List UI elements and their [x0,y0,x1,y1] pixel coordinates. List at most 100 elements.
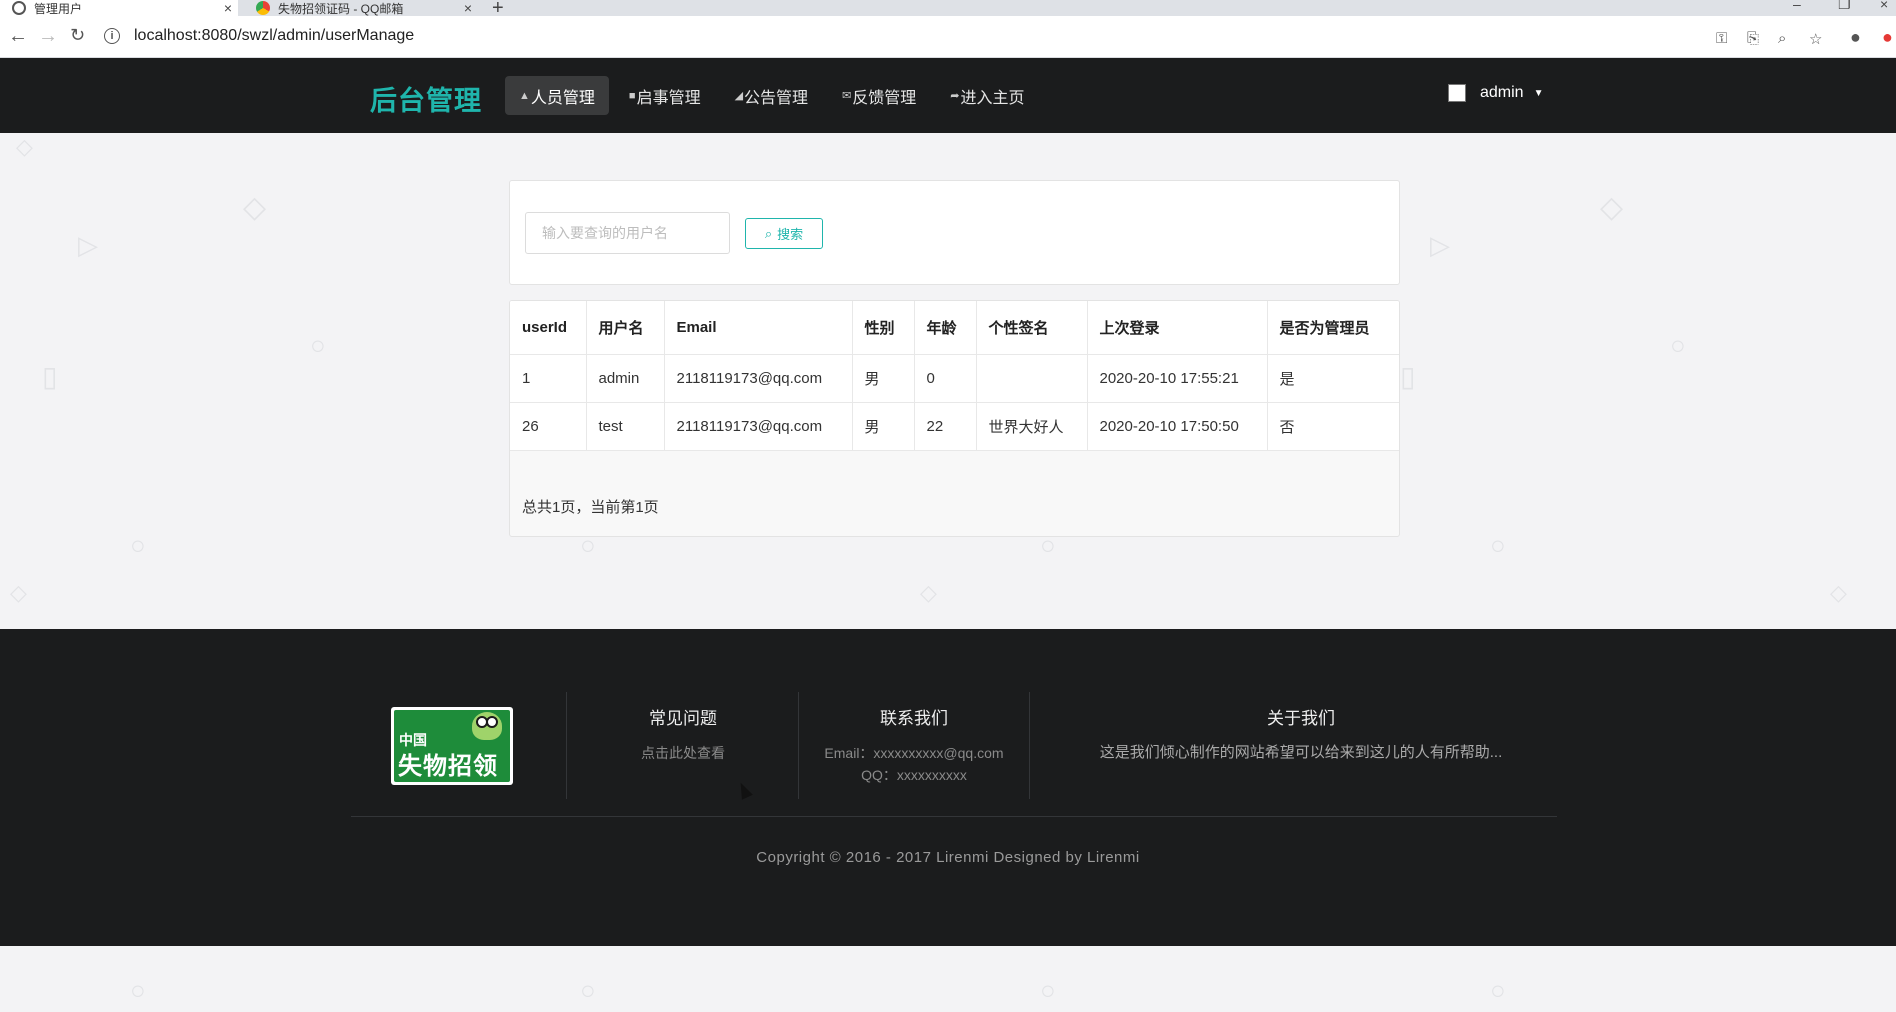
divider [1029,692,1030,799]
tab-title: 管理用户 [34,1,83,16]
cell-gender: 男 [852,354,915,403]
faq-column: 常见问题 点击此处查看 [593,704,773,765]
nav-label: 反馈管理 [852,89,917,107]
footer-divider [351,816,1557,817]
user-table: userId 用户名 Email 性别 年龄 个性签名 上次登录 是否为管理员 … [510,301,1399,451]
bullhorn-icon: ◢ [734,90,744,102]
faq-heading: 常见问题 [649,709,717,728]
search-button[interactable]: ⌕ 搜索 [745,218,823,249]
nav-item-notice-management[interactable]: ■ 启事管理 [615,76,715,115]
diamond-icon: ◇ [243,191,267,224]
extension-icon[interactable]: ● [1882,27,1893,48]
circle-icon: ○ [310,330,326,360]
lost-and-found-logo: 中国 失物招领 [391,707,513,785]
logo-badge: 中国 失物招领 [394,710,510,782]
diamond-icon: ◇ [1830,580,1847,605]
browser-tab[interactable]: 失物招领证码 - QQ邮箱 × [244,0,478,16]
key-icon[interactable]: ⚿ [1716,30,1727,47]
triangle-icon: ▷ [1430,230,1450,260]
nav-item-user-management[interactable]: ▲ 人员管理 [505,76,609,115]
forward-icon[interactable]: → [38,25,58,48]
info-icon[interactable]: i [104,28,120,44]
tab-close-icon[interactable]: × [458,0,478,16]
column-header-userid: userId [510,301,587,355]
pagination-info: 总共1页，当前第1页 [522,499,659,516]
browser-tab-active[interactable]: 管理用户 × [0,0,238,16]
table-row[interactable]: 1 admin 2118119173@qq.com 男 0 2020-20-10… [510,354,1399,403]
cell-signature [976,354,1088,403]
browser-tab-bar: 管理用户 × 失物招领证码 - QQ邮箱 × + – ❐ × [0,0,1896,19]
tab-close-icon[interactable]: × [218,0,238,16]
contact-heading: 联系我们 [880,709,948,728]
zoom-icon[interactable]: ⌕ [1778,30,1786,47]
contact-column: 联系我们 Email：xxxxxxxxxx@qq.com QQ：xxxxxxxx… [808,704,1020,787]
diamond-icon: ◇ [16,134,33,159]
diamond-icon: ◇ [1600,191,1624,224]
envelope-icon: ✉ [842,90,852,102]
circle-icon: ○ [580,975,596,1005]
restore-icon[interactable]: ❐ [1838,0,1851,13]
reload-icon[interactable]: ↻ [70,25,85,46]
cell-userid: 1 [510,354,587,403]
search-panel: ⌕ 搜索 [509,180,1400,285]
nav-label: 公告管理 [744,89,809,107]
table-row[interactable]: 26 test 2118119173@qq.com 男 22 世界大好人 202… [510,402,1399,451]
avatar [1448,84,1466,102]
cell-is-admin: 是 [1267,354,1399,403]
table-header-row: userId 用户名 Email 性别 年龄 个性签名 上次登录 是否为管理员 [510,301,1399,355]
column-header-last-login: 上次登录 [1087,301,1268,355]
nav-item-announcement-management[interactable]: ◢ 公告管理 [721,76,822,115]
user-name: admin [1480,84,1524,101]
triangle-icon: ▷ [78,230,98,260]
tab-title: 失物招领证码 - QQ邮箱 [278,1,404,16]
share-icon: ➦ [950,90,960,102]
circle-icon: ○ [130,975,146,1005]
circle-icon: ○ [1670,330,1686,360]
nav-item-home[interactable]: ➦ 进入主页 [936,76,1038,115]
cell-username: admin [586,354,665,403]
cell-gender: 男 [852,402,915,451]
brand-title[interactable]: 后台管理 [370,79,482,118]
nav-item-feedback-management[interactable]: ✉ 反馈管理 [828,76,930,115]
file-icon: ■ [628,89,636,102]
bookmark-star-icon[interactable]: ☆ [1809,30,1822,48]
copyright-text: Copyright © 2016 - 2017 Lirenmi Designed… [756,849,1140,866]
user-icon: ▲ [519,89,530,102]
cell-age: 22 [914,402,977,451]
cell-is-admin: 否 [1267,402,1399,451]
profile-icon[interactable]: ● [1850,27,1861,48]
contact-email: Email：xxxxxxxxxx@qq.com [824,745,1004,761]
window-close-icon[interactable]: × [1880,0,1888,12]
logo-text: 失物招领 [398,753,498,780]
faq-link[interactable]: 点击此处查看 [593,741,773,765]
circle-icon: ○ [1040,975,1056,1005]
qq-mail-icon [256,1,270,15]
circle-icon: ○ [1490,975,1506,1005]
column-header-signature: 个性签名 [976,301,1088,355]
diamond-icon: ◇ [920,580,937,605]
translate-icon[interactable]: ⎘ [1747,30,1759,47]
column-header-age: 年龄 [914,301,977,355]
url-text: localhost:8080/swzl/admin/userManage [134,27,415,44]
frog-mascot-icon [472,712,502,740]
search-button-label: 搜索 [777,227,804,242]
minimize-icon[interactable]: – [1793,0,1801,12]
cell-age: 0 [914,354,977,403]
divider [798,692,799,799]
user-menu[interactable]: admin ▼ [1448,84,1543,102]
app-header: 后台管理 ▲ 人员管理 ■ 启事管理 ◢ 公告管理 ✉ 反馈管理 ➦ 进入主页 … [0,58,1896,133]
caret-down-icon: ▼ [1533,87,1544,99]
about-heading: 关于我们 [1267,709,1335,728]
nav-label: 进入主页 [960,89,1025,107]
cell-email: 2118119173@qq.com [664,402,853,451]
site-footer: 中国 失物招领 常见问题 点击此处查看 联系我们 Email：xxxxxxxxx… [0,629,1896,946]
main-nav: ▲ 人员管理 ■ 启事管理 ◢ 公告管理 ✉ 反馈管理 ➦ 进入主页 [505,76,1045,115]
column-header-gender: 性别 [852,301,915,355]
url-field[interactable]: i localhost:8080/swzl/admin/userManage [104,20,1724,52]
back-icon[interactable]: ← [8,25,28,48]
cell-email: 2118119173@qq.com [664,354,853,403]
search-icon: ⌕ [764,225,773,241]
diamond-icon: ◇ [10,580,27,605]
username-search-input[interactable] [525,212,730,254]
cell-username: test [586,402,665,451]
